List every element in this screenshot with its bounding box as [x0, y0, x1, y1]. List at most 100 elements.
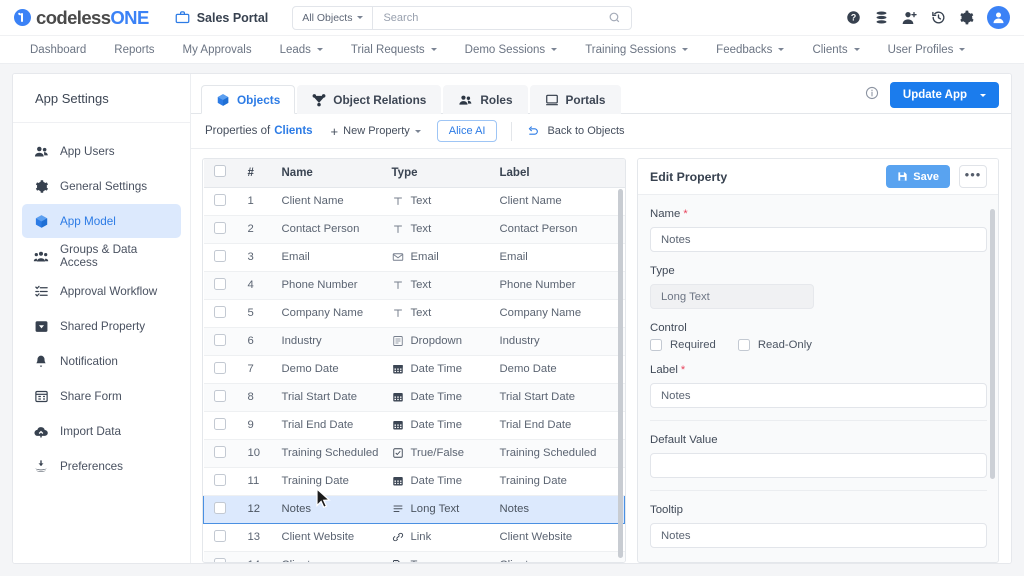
- table-row[interactable]: 9 Trial End Date Date Time Trial End Date: [203, 411, 625, 440]
- row-type-cell: Tags: [381, 551, 490, 562]
- table-row[interactable]: 8 Trial Start Date Date Time Trial Start Da…: [203, 383, 625, 412]
- label-input[interactable]: [650, 383, 987, 408]
- nav-item-my-approvals[interactable]: My Approvals: [169, 36, 266, 63]
- row-label: Client Name: [489, 187, 625, 216]
- readonly-checkbox[interactable]: [737, 339, 750, 351]
- nav-item-feedbacks[interactable]: Feedbacks: [702, 36, 798, 63]
- table-row[interactable]: 1 Client Name Text Client Name: [203, 187, 625, 216]
- row-checkbox[interactable]: [213, 333, 226, 346]
- row-checkbox[interactable]: [213, 529, 226, 542]
- user-avatar[interactable]: [987, 6, 1010, 29]
- table-row[interactable]: 10 Training Scheduled True/False Training S…: [203, 439, 625, 468]
- search-scope-dropdown[interactable]: All Objects: [293, 6, 374, 29]
- edit-panel-scrollbar[interactable]: [990, 209, 995, 479]
- row-num: 5: [237, 299, 272, 328]
- table-row[interactable]: 3 Email Email Email: [203, 243, 625, 272]
- portal-selector[interactable]: Sales Portal: [175, 10, 268, 25]
- table-row[interactable]: 12 Notes Long Text Notes: [203, 494, 625, 524]
- info-icon[interactable]: [865, 86, 879, 105]
- row-checkbox[interactable]: [213, 305, 226, 318]
- table-row[interactable]: 2 Contact Person Text Contact Person: [203, 215, 625, 244]
- nav-item-clients[interactable]: Clients: [798, 36, 873, 63]
- row-label: Training Date: [489, 467, 625, 496]
- history-icon[interactable]: [931, 10, 946, 25]
- update-app-button[interactable]: Update App: [889, 82, 999, 108]
- new-property-button[interactable]: + New Property: [331, 125, 421, 138]
- sidebar-item-shared-property[interactable]: Shared Property: [22, 309, 181, 343]
- tab-portals[interactable]: Portals: [529, 85, 621, 114]
- search-icon[interactable]: [608, 11, 631, 24]
- row-checkbox[interactable]: [213, 249, 226, 262]
- sidebar-item-preferences[interactable]: Preferences: [22, 449, 181, 483]
- nav-item-reports[interactable]: Reports: [100, 36, 168, 63]
- nav-item-demo-sessions[interactable]: Demo Sessions: [451, 36, 572, 63]
- sidebar-item-approval-workflow[interactable]: Approval Workflow: [22, 274, 181, 308]
- help-icon[interactable]: ?: [846, 10, 861, 25]
- required-checkbox-item[interactable]: Required: [650, 339, 716, 351]
- col-header-num[interactable]: #: [237, 159, 272, 188]
- table-row[interactable]: 6 Industry Dropdown Industry: [203, 327, 625, 356]
- sidebar-item-general-settings[interactable]: General Settings: [22, 169, 181, 203]
- table-row[interactable]: 13 Client Website Link Client Website: [203, 523, 625, 552]
- row-checkbox[interactable]: [213, 445, 226, 458]
- tab-object-relations[interactable]: Object Relations: [297, 85, 442, 114]
- back-to-objects-button[interactable]: Back to Objects: [526, 125, 625, 138]
- row-checkbox[interactable]: [213, 277, 226, 290]
- alice-ai-button[interactable]: Alice AI: [436, 120, 498, 142]
- sidebar-item-share-form[interactable]: Share Form: [22, 379, 181, 413]
- table-row[interactable]: 11 Training Date Date Time Training Date: [203, 467, 625, 496]
- select-all-checkbox[interactable]: [213, 165, 226, 178]
- row-checkbox[interactable]: [213, 221, 226, 234]
- object-name-link[interactable]: Clients: [274, 125, 312, 137]
- add-user-icon[interactable]: [902, 10, 918, 26]
- sidebar-item-notification[interactable]: Notification: [22, 344, 181, 378]
- sidebar-item-label: Groups & Data Access: [60, 243, 138, 269]
- type-input[interactable]: [650, 284, 814, 309]
- type-field-label: Type: [650, 265, 675, 277]
- gear-icon[interactable]: [959, 10, 974, 25]
- row-checkbox[interactable]: [213, 557, 226, 562]
- col-header-label[interactable]: Label: [489, 159, 625, 188]
- col-header-type[interactable]: Type: [381, 159, 490, 188]
- tab-roles[interactable]: Roles: [443, 85, 528, 114]
- save-button[interactable]: Save: [886, 165, 950, 188]
- nav-item-leads[interactable]: Leads: [266, 36, 337, 63]
- default-value-input[interactable]: [650, 453, 987, 478]
- row-checkbox[interactable]: [213, 361, 226, 374]
- row-checkbox[interactable]: [213, 417, 226, 430]
- readonly-checkbox-item[interactable]: Read-Only: [737, 339, 812, 351]
- table-row[interactable]: 14Client exposureTagsClient exposure: [203, 551, 625, 562]
- nav-item-dashboard[interactable]: Dashboard: [20, 36, 100, 63]
- tooltip-input[interactable]: [650, 523, 987, 548]
- search-input[interactable]: [373, 11, 609, 24]
- toolbar-divider: [511, 121, 513, 141]
- label-label-text: Label: [650, 364, 678, 376]
- row-checkbox[interactable]: [213, 389, 226, 402]
- sidebar-item-groups-data-access[interactable]: Groups & Data Access: [22, 239, 181, 273]
- nav-item-user-profiles[interactable]: User Profiles: [874, 36, 980, 63]
- row-label: Trial Start Date: [489, 383, 625, 412]
- col-header-name[interactable]: Name: [271, 159, 382, 188]
- sidebar-item-import-data[interactable]: Import Data: [22, 414, 181, 448]
- required-checkbox[interactable]: [650, 339, 662, 351]
- database-icon[interactable]: [874, 10, 889, 25]
- row-checkbox[interactable]: [213, 473, 226, 486]
- app-logo[interactable]: codelessONE: [14, 7, 149, 29]
- table-row[interactable]: 7 Demo Date Date Time Demo Date: [203, 355, 625, 384]
- sidebar-item-app-model[interactable]: App Model: [22, 204, 181, 238]
- tab-bar: Objects Object Relations Roles Portals U…: [191, 74, 1011, 114]
- nav-item-training-sessions[interactable]: Training Sessions: [571, 36, 702, 63]
- table-scrollbar[interactable]: [618, 189, 623, 558]
- row-name: Contact Person: [271, 215, 382, 244]
- more-options-button[interactable]: •••: [959, 165, 987, 188]
- nav-item-trial-requests[interactable]: Trial Requests: [337, 36, 451, 63]
- row-checkbox[interactable]: [213, 193, 226, 206]
- sidebar-item-app-users[interactable]: App Users: [22, 134, 181, 168]
- tab-objects[interactable]: Objects: [201, 85, 296, 114]
- table-row[interactable]: 4 Phone Number Text Phone Number: [203, 271, 625, 300]
- row-checkbox[interactable]: [214, 501, 226, 514]
- row-name: Trial Start Date: [271, 383, 382, 412]
- name-input[interactable]: [650, 227, 987, 252]
- search-bar: All Objects: [292, 5, 633, 30]
- table-row[interactable]: 5 Company Name Text Company Name: [203, 299, 625, 328]
